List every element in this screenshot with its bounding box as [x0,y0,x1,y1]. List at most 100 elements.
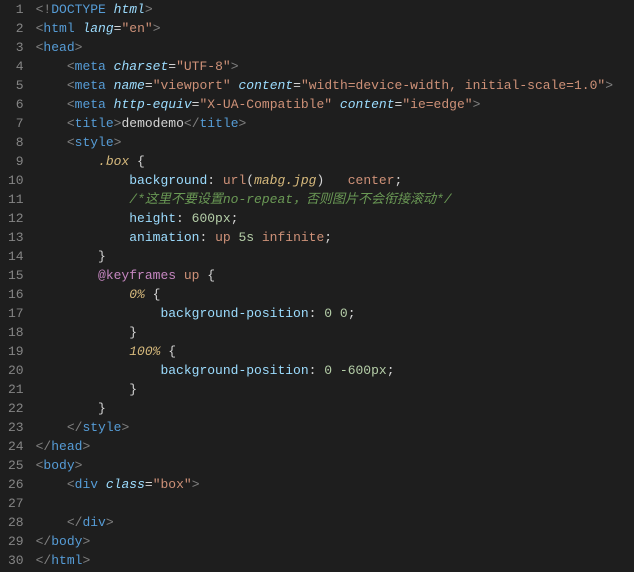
code-line[interactable]: /*这里不要设置no-repeat，否则图片不会衔接滚动*/ [36,190,626,209]
code-line[interactable]: } [36,399,626,418]
token-tag: html [43,21,82,36]
token-tag: head [43,40,74,55]
token-gray: > [82,439,90,454]
line-number: 22 [8,399,24,418]
token-val: url [223,173,246,188]
code-line[interactable]: } [36,380,626,399]
code-line[interactable]: <body> [36,456,626,475]
code-line[interactable]: background: url(mabg.jpg) center; [36,171,626,190]
token-gray: < [67,78,75,93]
token-attr: http-equiv [114,97,192,112]
token-gray: </ [36,534,52,549]
token-sel: 0% [129,287,145,302]
token-gray: </ [67,515,83,530]
token-punct: = [168,59,176,74]
token-gray: > [239,116,247,131]
token-punct: = [293,78,301,93]
token-punct: = [145,78,153,93]
token-gray: </ [67,420,83,435]
token-val: up [176,268,207,283]
token-white: ; [395,173,403,188]
code-line[interactable] [36,494,626,513]
token-tag: body [51,534,82,549]
code-line[interactable]: 0% { [36,285,626,304]
token-gray: </ [36,439,52,454]
token-attr: html [114,2,145,17]
code-line[interactable]: <html lang="en"> [36,19,626,38]
line-number: 30 [8,551,24,570]
token-punct: = [145,477,153,492]
token-string: "X-UA-Compatible" [199,97,332,112]
line-number: 15 [8,266,24,285]
token-sel: 100% [129,344,160,359]
token-gray: < [67,97,75,112]
token-white: ( [246,173,254,188]
token-white: { [129,154,145,169]
code-line[interactable]: @keyframes up { [36,266,626,285]
code-line[interactable]: background-position: 0 0; [36,304,626,323]
code-line[interactable]: <style> [36,133,626,152]
token-gray: < [67,116,75,131]
code-line[interactable]: <head> [36,38,626,57]
token-tag: meta [75,59,114,74]
token-white: ; [387,363,395,378]
token-white: { [207,268,215,283]
code-area[interactable]: <!DOCTYPE html><html lang="en"><head> <m… [36,0,634,572]
line-number: 7 [8,114,24,133]
token-val: center [348,173,395,188]
token-num: -600px [340,363,387,378]
token-prop: background-position [160,363,308,378]
line-number: 24 [8,437,24,456]
code-line[interactable]: height: 600px; [36,209,626,228]
code-line[interactable]: <div class="box"> [36,475,626,494]
line-number: 12 [8,209,24,228]
token-gray: > [192,477,200,492]
line-number: 4 [8,57,24,76]
token-val: infinite [254,230,324,245]
code-line[interactable]: </div> [36,513,626,532]
line-number: 20 [8,361,24,380]
line-number: 10 [8,171,24,190]
code-line[interactable]: } [36,323,626,342]
code-line[interactable]: 100% { [36,342,626,361]
code-line[interactable]: animation: up 5s infinite; [36,228,626,247]
token-white: { [160,344,176,359]
code-line[interactable]: <title>demodemo</title> [36,114,626,133]
code-line[interactable]: </style> [36,418,626,437]
line-number: 2 [8,19,24,38]
code-line[interactable]: </head> [36,437,626,456]
line-number-gutter: 1234567891011121314151617181920212223242… [0,0,36,572]
code-line[interactable]: } [36,247,626,266]
token-white: } [129,325,137,340]
code-line[interactable]: <!DOCTYPE html> [36,0,626,19]
line-number: 17 [8,304,24,323]
code-line[interactable]: <meta name="viewport" content="width=dev… [36,76,626,95]
token-prop: background-position [160,306,308,321]
code-line[interactable]: </body> [36,532,626,551]
line-number: 9 [8,152,24,171]
token-gray: < [67,135,75,150]
code-line[interactable]: <meta charset="UTF-8"> [36,57,626,76]
token-gray: > [82,534,90,549]
token-white: ; [231,211,239,226]
token-gray: </ [184,116,200,131]
code-line[interactable]: background-position: 0 -600px; [36,361,626,380]
code-line[interactable]: </html> [36,551,626,570]
token-tag: meta [75,78,114,93]
token-attr: content [332,97,394,112]
line-number: 28 [8,513,24,532]
token-string: "en" [121,21,152,36]
line-number: 3 [8,38,24,57]
token-white: } [129,382,137,397]
token-num: 5s [238,230,254,245]
token-val: up [215,230,238,245]
line-number: 16 [8,285,24,304]
code-line[interactable]: .box { [36,152,626,171]
token-text: demodemo [121,116,183,131]
token-gray: > [605,78,613,93]
token-attr: content [231,78,293,93]
token-white [332,306,340,321]
code-line[interactable]: <meta http-equiv="X-UA-Compatible" conte… [36,95,626,114]
token-tag: DOCTYPE [51,2,113,17]
token-sel: .box [98,154,129,169]
